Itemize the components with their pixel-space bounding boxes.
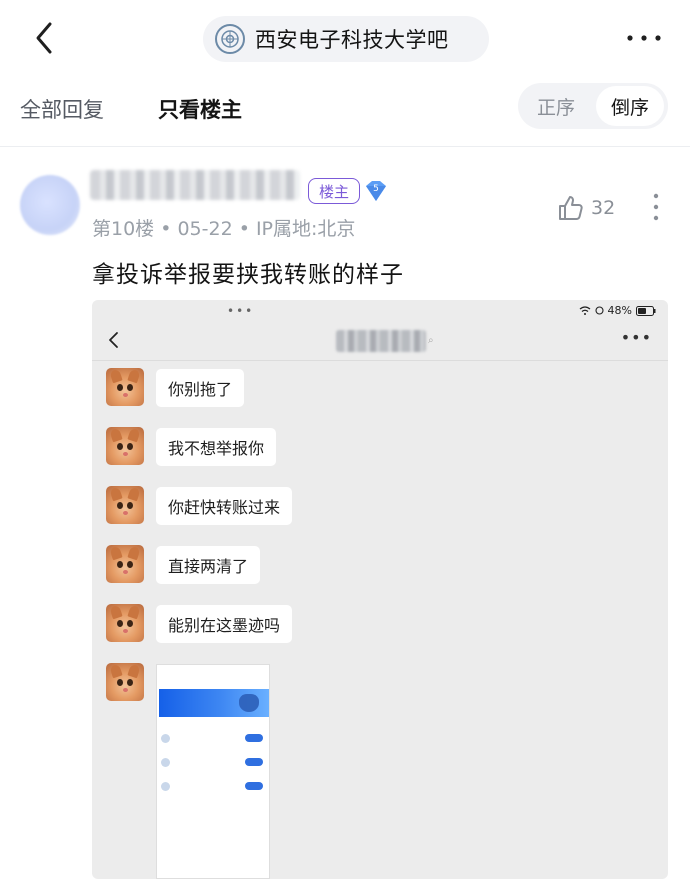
embed-status-bar: ••• 48% <box>92 300 668 322</box>
like-button[interactable] <box>555 193 585 223</box>
chat-bubble: 你赶快转账过来 <box>156 487 293 525</box>
post-text: 拿投诉举报要挟我转账的样子 <box>92 262 404 288</box>
cat-avatar-icon <box>106 545 144 583</box>
forum-pill[interactable]: 西安电子科技大学吧 <box>203 16 489 62</box>
chat-bubble: 你别拖了 <box>156 369 245 407</box>
post-more-button[interactable] <box>648 190 664 224</box>
status-dots-icon: ••• <box>227 304 255 318</box>
tab-all-replies[interactable]: 全部回复 <box>20 94 104 124</box>
forum-logo-icon <box>215 24 245 54</box>
mini-row <box>161 779 265 797</box>
top-bar: 西安电子科技大学吧 <box>0 0 690 76</box>
shield-icon <box>239 694 259 712</box>
chat-bubble: 能别在这墨迹吗 <box>156 605 293 643</box>
mini-row <box>161 755 265 773</box>
embed-status-right: 48% <box>579 304 656 317</box>
order-desc-button[interactable]: 倒序 <box>596 86 664 126</box>
cat-avatar-icon <box>106 368 144 406</box>
level-badge: 5 <box>362 179 390 203</box>
cat-avatar-icon <box>106 663 144 701</box>
cat-avatar-icon <box>106 604 144 642</box>
battery-icon <box>636 305 656 316</box>
order-asc-button[interactable]: 正序 <box>518 83 594 129</box>
order-switch: 正序 倒序 <box>518 83 668 129</box>
diamond-level-icon: 5 <box>366 181 386 201</box>
embed-more-icon: ••• <box>620 328 652 347</box>
mini-banner <box>159 689 269 717</box>
thumbs-up-icon <box>559 196 583 220</box>
more-horizontal-icon <box>627 35 661 41</box>
chat-bubble: 我不想举报你 <box>156 428 277 466</box>
op-badge: 楼主 <box>308 178 360 204</box>
forum-name: 西安电子科技大学吧 <box>255 28 449 52</box>
more-options-button[interactable] <box>622 24 666 52</box>
more-vertical-icon <box>653 193 659 221</box>
level-number: 5 <box>373 184 379 194</box>
post-meta: 第10楼 • 05-22 • IP属地:北京 <box>92 218 356 240</box>
chat-bubble: 直接两清了 <box>156 546 261 584</box>
battery-percent: 48% <box>607 304 632 317</box>
embed-chat-header: ⌕ ••• <box>92 322 668 360</box>
lock-rotation-icon <box>594 306 604 315</box>
cat-avatar-icon <box>106 427 144 465</box>
chat-image-report-screenshot[interactable] <box>156 664 270 879</box>
embed-search-icon: ⌕ <box>428 335 434 346</box>
embed-divider <box>92 360 668 361</box>
mini-row <box>161 731 265 749</box>
post-image[interactable]: ••• 48% ⌕ ••• 你别拖了 我不想举报你 你赶快转账过来 直接两清了 … <box>92 300 668 879</box>
embed-back-icon <box>109 332 118 348</box>
filter-row: 全部回复 只看楼主 正序 倒序 <box>0 78 690 140</box>
tab-op-only[interactable]: 只看楼主 <box>158 94 242 124</box>
cat-avatar-icon <box>106 486 144 524</box>
embed-chat-title-blurred <box>336 330 426 352</box>
wifi-icon <box>579 306 590 315</box>
username-blurred[interactable] <box>90 170 300 200</box>
divider <box>0 146 690 147</box>
like-count: 32 <box>591 197 616 219</box>
user-avatar[interactable] <box>20 175 80 235</box>
chevron-left-icon <box>36 22 52 54</box>
back-button[interactable] <box>28 16 64 60</box>
